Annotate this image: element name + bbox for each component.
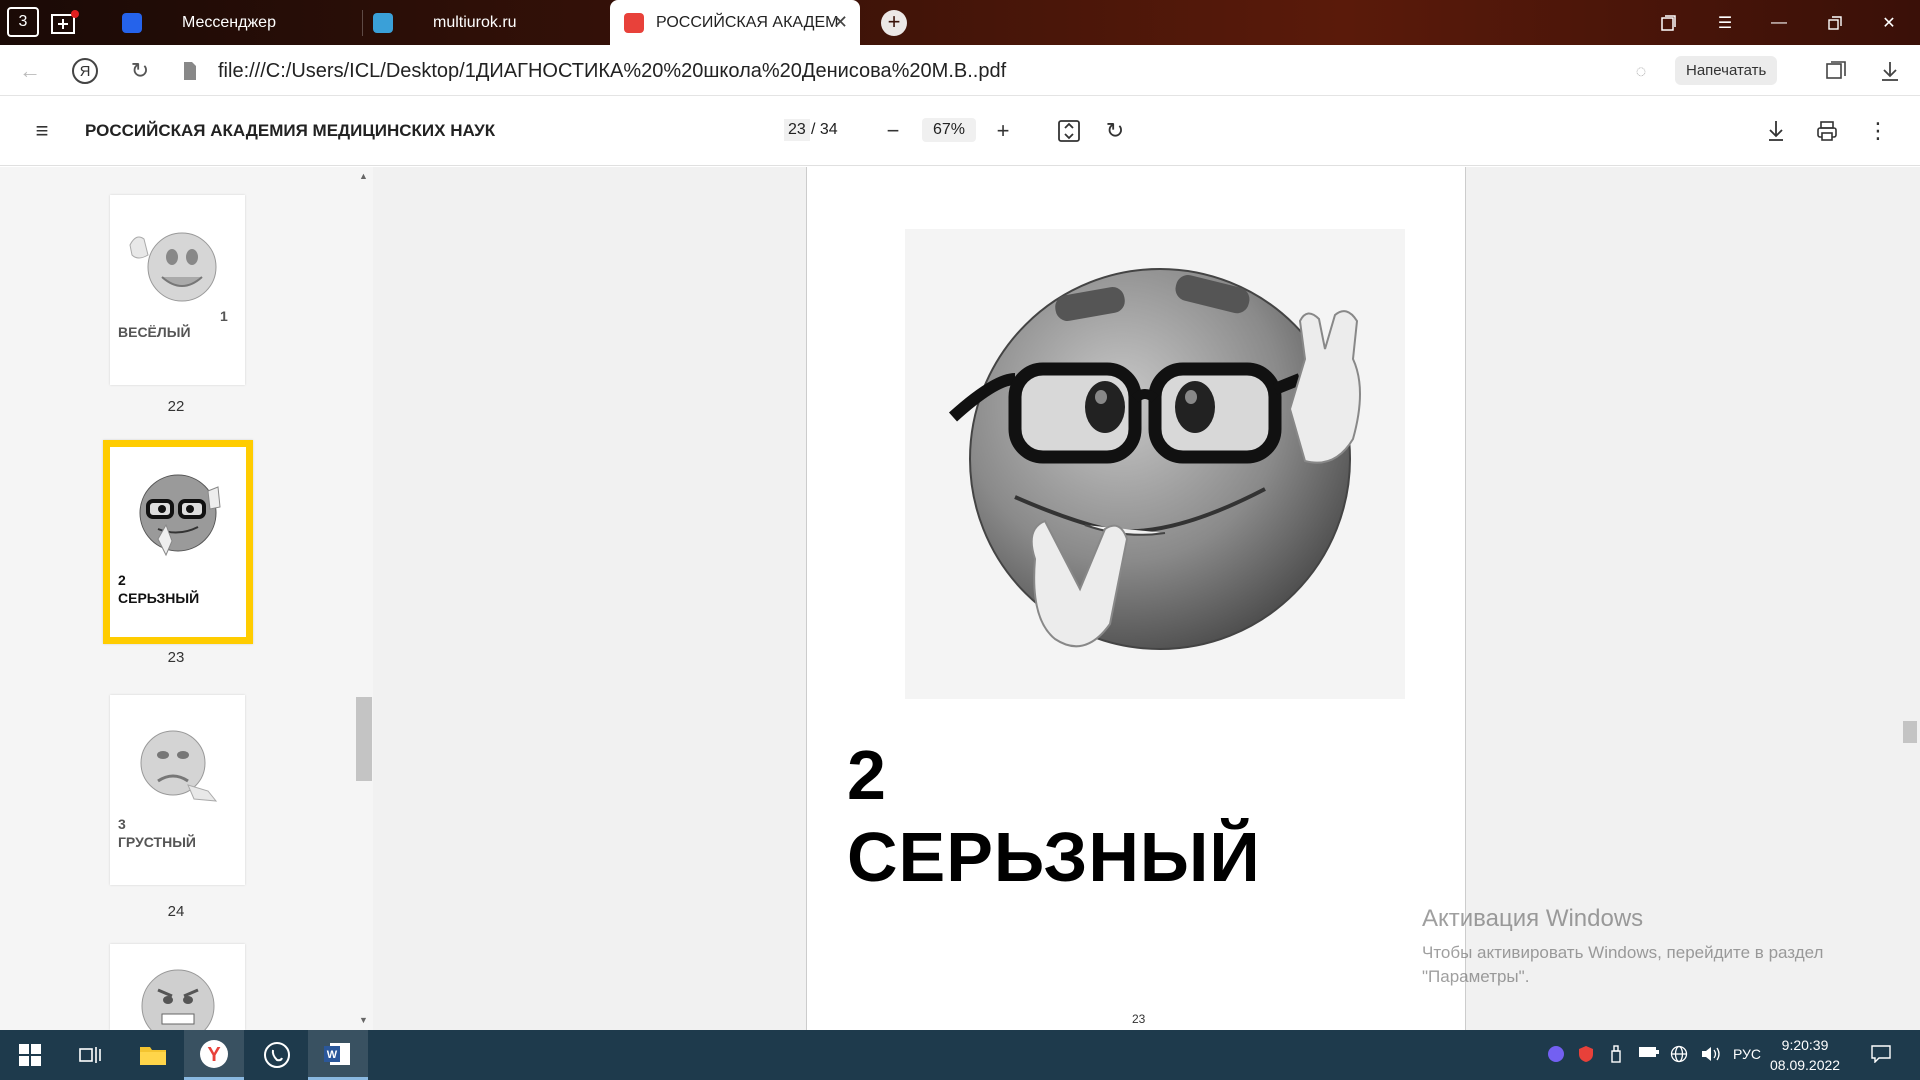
- thumbnail-page-number: 23: [167, 649, 185, 666]
- print-icon[interactable]: [1813, 117, 1841, 145]
- reload-icon[interactable]: ↻: [126, 57, 154, 85]
- viber-icon[interactable]: [247, 1030, 307, 1080]
- system-clock[interactable]: 9:20:39 08.09.2022: [1770, 1035, 1840, 1075]
- language-indicator[interactable]: РУС: [1733, 1046, 1761, 1062]
- page-heading-word: СЕРЬЗНЫЙ: [847, 818, 1261, 896]
- zoom-level[interactable]: 67%: [922, 118, 976, 142]
- page-heading-number: 2: [847, 736, 886, 814]
- viewport-scrollbar[interactable]: [1902, 167, 1920, 1030]
- minimize-button[interactable]: —: [1756, 0, 1802, 45]
- print-button[interactable]: Напечатать: [1675, 56, 1778, 85]
- comment-icon[interactable]: ◌: [1627, 57, 1655, 85]
- usb-device-icon[interactable]: [1610, 1045, 1622, 1066]
- restore-button[interactable]: [1812, 0, 1858, 45]
- add-tab-button[interactable]: +: [881, 10, 907, 36]
- thumbnail-page-25[interactable]: [110, 944, 245, 1030]
- clock-time: 9:20:39: [1781, 1037, 1829, 1053]
- tab-messenger[interactable]: Мессенджер: [122, 0, 362, 45]
- close-window-button[interactable]: ✕: [1866, 0, 1912, 45]
- network-globe-icon[interactable]: [1670, 1045, 1688, 1066]
- pdf-toolbar: ≡ РОССИЙСКАЯ АКАДЕМИЯ МЕДИЦИНСКИХ НАУК 2…: [0, 96, 1920, 166]
- thumbnail-label: 2: [118, 572, 126, 588]
- happy-smiley-image: [129, 232, 217, 302]
- scroll-down-arrow-icon[interactable]: ▼: [359, 1015, 368, 1025]
- download-pdf-icon[interactable]: [1762, 117, 1790, 145]
- scroll-up-arrow-icon[interactable]: ▲: [359, 171, 368, 181]
- thumbnail-page-22[interactable]: ВЕСЁЛЫЙ 1: [110, 195, 245, 385]
- tab-label: РОССИЙСКАЯ АКАДЕМ: [656, 13, 839, 31]
- thumbnail-label: 3: [118, 816, 126, 832]
- pdf-page: 2 СЕРЬЗНЫЙ 23: [806, 167, 1466, 1030]
- activation-line: Чтобы активировать Windows, перейдите в …: [1422, 943, 1824, 962]
- thumbnail-page-number: 22: [167, 398, 185, 415]
- file-explorer-icon[interactable]: [123, 1030, 183, 1080]
- thumbnail-page-23[interactable]: 2 СЕРЬЗНЫЙ: [103, 440, 253, 644]
- page-number-input[interactable]: 23: [784, 119, 810, 141]
- rotate-icon[interactable]: ↻: [1101, 117, 1129, 145]
- viewport-scrollbar-thumb[interactable]: [1903, 721, 1917, 743]
- thumbnail-sidebar: ВЕСЁЛЫЙ 1 22 2 СЕРЬЗНЫЙ 23 3 ГРУСТНЫЙ 24: [0, 167, 373, 1030]
- clock-date: 08.09.2022: [1770, 1057, 1841, 1073]
- svg-text:Y: Y: [207, 1044, 221, 1066]
- sidebar-scrollbar-thumb[interactable]: [356, 697, 372, 781]
- new-tab-icon[interactable]: [48, 5, 82, 39]
- notifications-icon[interactable]: [1871, 1045, 1891, 1066]
- pdf-icon: [624, 12, 644, 33]
- thumbnail-page-24[interactable]: 3 ГРУСТНЫЙ: [110, 695, 245, 885]
- battery-icon[interactable]: [1638, 1045, 1660, 1062]
- page-footer-number: 23: [1132, 1012, 1146, 1026]
- tab-divider: [362, 10, 363, 36]
- tabs-counter-button[interactable]: 3: [7, 7, 39, 37]
- tab-label: Мессенджер: [182, 13, 276, 31]
- document-title: РОССИЙСКАЯ АКАДЕМИЯ МЕДИЦИНСКИХ НАУК: [85, 121, 496, 140]
- windows-taskbar: Y W РУС 9:20:39 08.09.2022: [0, 1030, 1920, 1080]
- yandex-icon[interactable]: Я: [72, 58, 98, 84]
- activation-line: "Параметры".: [1422, 967, 1530, 986]
- security-tray-icon[interactable]: [1577, 1045, 1595, 1066]
- thumbnail-label: СЕРЬЗНЫЙ: [118, 590, 200, 606]
- collections-icon[interactable]: [1646, 0, 1692, 45]
- browser-tab-bar: 3 Мессенджер multiurok.ru РОССИЙСКАЯ АКА…: [0, 0, 1920, 45]
- angry-smiley-image: [141, 969, 215, 1030]
- word-icon[interactable]: W: [308, 1030, 368, 1080]
- sad-smiley-image: [140, 730, 218, 802]
- file-icon: [176, 57, 204, 85]
- zoom-out-icon[interactable]: −: [879, 117, 907, 145]
- volume-icon[interactable]: [1700, 1045, 1722, 1066]
- tab-label: multiurok.ru: [433, 13, 517, 31]
- thumbnail-label: ВЕСЁЛЫЙ: [118, 324, 191, 340]
- tab-pdf-active[interactable]: РОССИЙСКАЯ АКАДЕМ ✕: [610, 0, 860, 45]
- book-icon: [373, 12, 393, 33]
- zoom-in-icon[interactable]: +: [989, 117, 1017, 145]
- tab-multiurok[interactable]: multiurok.ru: [373, 0, 608, 45]
- fit-page-icon[interactable]: [1055, 117, 1083, 145]
- sidebar-scrollbar[interactable]: [355, 167, 373, 1030]
- serious-smiley-image: [905, 229, 1405, 699]
- viber-tray-icon[interactable]: [1547, 1045, 1565, 1066]
- svg-text:W: W: [327, 1049, 338, 1061]
- more-options-icon[interactable]: ⋮: [1864, 117, 1892, 145]
- yandex-browser-taskbar-icon[interactable]: Y: [184, 1030, 244, 1080]
- address-bar: ← Я ↻ file:///C:/Users/ICL/Desktop/1ДИАГ…: [0, 45, 1920, 96]
- thumbnail-label: ГРУСТНЫЙ: [118, 834, 196, 850]
- serious-smiley-image: [139, 474, 221, 557]
- hamburger-menu-icon[interactable]: ≡: [28, 117, 56, 145]
- thumbnail-page-number: 24: [167, 903, 185, 920]
- windows-activation-watermark: Активация Windows Чтобы активировать Win…: [1422, 905, 1823, 989]
- reader-mode-icon[interactable]: [1822, 57, 1850, 85]
- back-icon[interactable]: ←: [16, 57, 44, 85]
- pdf-viewport: 2 СЕРЬЗНЫЙ 23: [373, 167, 1920, 1030]
- start-button-icon[interactable]: [0, 1030, 60, 1080]
- close-tab-icon[interactable]: ✕: [833, 12, 848, 33]
- menu-icon[interactable]: ☰: [1702, 0, 1748, 45]
- url-field[interactable]: file:///C:/Users/ICL/Desktop/1ДИАГНОСТИК…: [218, 60, 1006, 83]
- download-icon[interactable]: [1876, 57, 1904, 85]
- tabs-count: 3: [18, 13, 28, 30]
- page-total: / 34: [811, 121, 838, 138]
- thumbnail-label: 1: [220, 308, 228, 324]
- messenger-icon: [122, 12, 142, 33]
- task-view-icon[interactable]: [60, 1030, 120, 1080]
- activation-title: Активация Windows: [1422, 905, 1644, 932]
